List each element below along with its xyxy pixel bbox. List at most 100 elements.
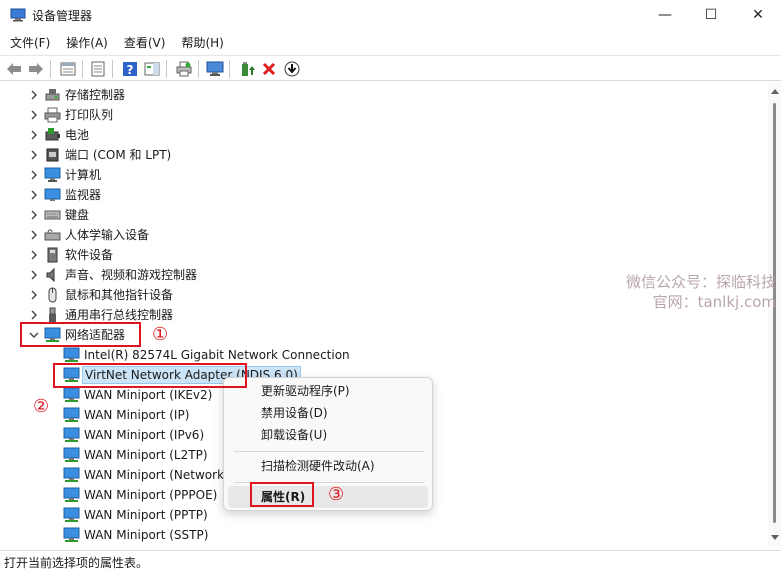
highlight-box-selected-adapter — [53, 363, 247, 388]
properties-sheet-icon[interactable] — [58, 59, 78, 79]
menu-uninstall-device[interactable]: 卸载设备(U) — [228, 424, 428, 446]
tree-label: WAN Miniport (IPv6) — [84, 428, 205, 442]
chevron-right-icon[interactable] — [28, 229, 40, 241]
chevron-right-icon[interactable] — [28, 169, 40, 181]
tree-label: 打印队列 — [65, 108, 114, 122]
tree-item-ports[interactable]: 端口 (COM 和 LPT) — [0, 145, 768, 165]
tree-label: 软件设备 — [65, 248, 114, 262]
tree-label: WAN Miniport (PPTP) — [84, 508, 208, 522]
tree-label: WAN Miniport (L2TP) — [84, 448, 208, 462]
scan-hardware-icon[interactable] — [205, 59, 225, 79]
highlight-box-properties — [250, 482, 314, 507]
computer-icon — [44, 167, 61, 182]
tree-item-computer[interactable]: 计算机 — [0, 165, 768, 185]
sound-icon — [46, 267, 55, 283]
menu-help[interactable]: 帮助(H) — [173, 32, 231, 54]
tree-label: WAN Miniport (IKEv2) — [84, 388, 213, 402]
maximize-button[interactable]: ☐ — [688, 0, 734, 30]
network-adapter-icon — [63, 427, 80, 442]
chevron-right-icon[interactable] — [28, 269, 40, 281]
title-bar: 设备管理器 — ☐ ✕ — [0, 0, 781, 30]
status-bar: 打开当前选择项的属性表。 — [0, 550, 781, 572]
update-driver-icon[interactable] — [237, 59, 257, 79]
close-button[interactable]: ✕ — [735, 0, 781, 30]
menu-action[interactable]: 操作(A) — [58, 32, 116, 54]
highlight-box-network-adapters — [20, 322, 141, 347]
tree-item-adapter[interactable]: WAN Miniport (SSTP) — [0, 525, 768, 545]
toolbar: ? — [0, 55, 781, 81]
hid-icon — [44, 229, 61, 241]
network-adapter-icon — [63, 407, 80, 422]
watermark-line1: 微信公众号：探临科技 — [625, 273, 776, 291]
network-adapter-icon — [63, 487, 80, 502]
console-icon[interactable] — [88, 59, 108, 79]
chevron-right-icon[interactable] — [28, 309, 40, 321]
storage-controller-icon — [45, 89, 60, 101]
chevron-right-icon[interactable] — [28, 209, 40, 221]
software-device-icon — [47, 247, 58, 263]
tree-label: 人体学输入设备 — [65, 228, 150, 242]
menu-view[interactable]: 查看(V) — [116, 32, 174, 54]
menu-disable-device[interactable]: 禁用设备(D) — [228, 402, 428, 424]
battery-icon — [45, 128, 60, 141]
minimize-button[interactable]: — — [642, 0, 688, 30]
tree-label: WAN Miniport (SSTP) — [84, 528, 209, 542]
tree-label: 鼠标和其他指针设备 — [65, 288, 174, 302]
tree-label: 监视器 — [65, 188, 102, 202]
chevron-right-icon[interactable] — [28, 109, 40, 121]
menu-bar: 文件(F) 操作(A) 查看(V) 帮助(H) — [0, 32, 781, 54]
tree-label: 键盘 — [65, 208, 90, 222]
tree-label: 通用串行总线控制器 — [65, 308, 174, 322]
chevron-right-icon[interactable] — [28, 149, 40, 161]
tree-item-monitors[interactable]: 监视器 — [0, 185, 768, 205]
monitor-icon — [44, 188, 61, 201]
uninstall-icon[interactable] — [259, 59, 279, 79]
network-adapter-icon — [63, 447, 80, 462]
back-icon[interactable] — [4, 59, 24, 79]
tree-label: 电池 — [65, 128, 90, 142]
tree-item-print-queues[interactable]: 打印队列 — [0, 105, 768, 125]
tree-label: 计算机 — [65, 168, 102, 182]
tree-label: WAN Miniport (PPPOE) — [84, 488, 218, 502]
menu-file[interactable]: 文件(F) — [0, 32, 58, 54]
tree-label: WAN Miniport (IP) — [84, 408, 190, 422]
chevron-right-icon[interactable] — [28, 289, 40, 301]
tree-label: Intel(R) 82574L Gigabit Network Connecti… — [84, 348, 350, 362]
menu-scan-hardware[interactable]: 扫描检测硬件改动(A) — [228, 455, 428, 477]
tree-item-adapter[interactable]: Intel(R) 82574L Gigabit Network Connecti… — [0, 345, 768, 365]
forward-icon[interactable] — [26, 59, 46, 79]
tree-item-storage-controllers[interactable]: 存储控制器 — [0, 85, 768, 105]
scroll-down-icon[interactable] — [771, 535, 779, 540]
network-adapter-icon — [63, 347, 80, 362]
step-3-marker: ③ — [328, 484, 345, 505]
mouse-icon — [48, 287, 57, 303]
port-icon — [46, 148, 59, 162]
download-icon[interactable] — [282, 59, 302, 79]
vertical-scrollbar[interactable] — [768, 83, 781, 546]
chevron-right-icon[interactable] — [28, 89, 40, 101]
device-manager-icon — [10, 8, 26, 22]
tree-item-keyboards[interactable]: 键盘 — [0, 205, 768, 225]
tree-item-hid[interactable]: 人体学输入设备 — [0, 225, 768, 245]
menu-update-driver[interactable]: 更新驱动程序(P) — [228, 380, 428, 402]
print-icon[interactable] — [174, 59, 194, 79]
menu-separator — [234, 451, 424, 452]
window-title: 设备管理器 — [32, 9, 93, 23]
chevron-right-icon[interactable] — [28, 129, 40, 141]
scrollbar-thumb[interactable] — [773, 103, 776, 523]
tree-item-software-devices[interactable]: 软件设备 — [0, 245, 768, 265]
step-1-marker: ① — [152, 324, 169, 345]
network-adapter-icon — [63, 467, 80, 482]
step-2-marker: ② — [33, 396, 50, 417]
tree-item-batteries[interactable]: 电池 — [0, 125, 768, 145]
chevron-right-icon[interactable] — [28, 189, 40, 201]
help-icon[interactable]: ? — [120, 59, 140, 79]
action-pane-icon[interactable] — [142, 59, 162, 79]
tree-label: 存储控制器 — [65, 88, 126, 102]
chevron-right-icon[interactable] — [28, 249, 40, 261]
network-adapter-icon — [63, 507, 80, 522]
scroll-up-icon[interactable] — [771, 89, 779, 94]
network-adapter-icon — [63, 527, 80, 542]
tree-label: 声音、视频和游戏控制器 — [65, 268, 198, 282]
usb-icon — [49, 307, 56, 322]
